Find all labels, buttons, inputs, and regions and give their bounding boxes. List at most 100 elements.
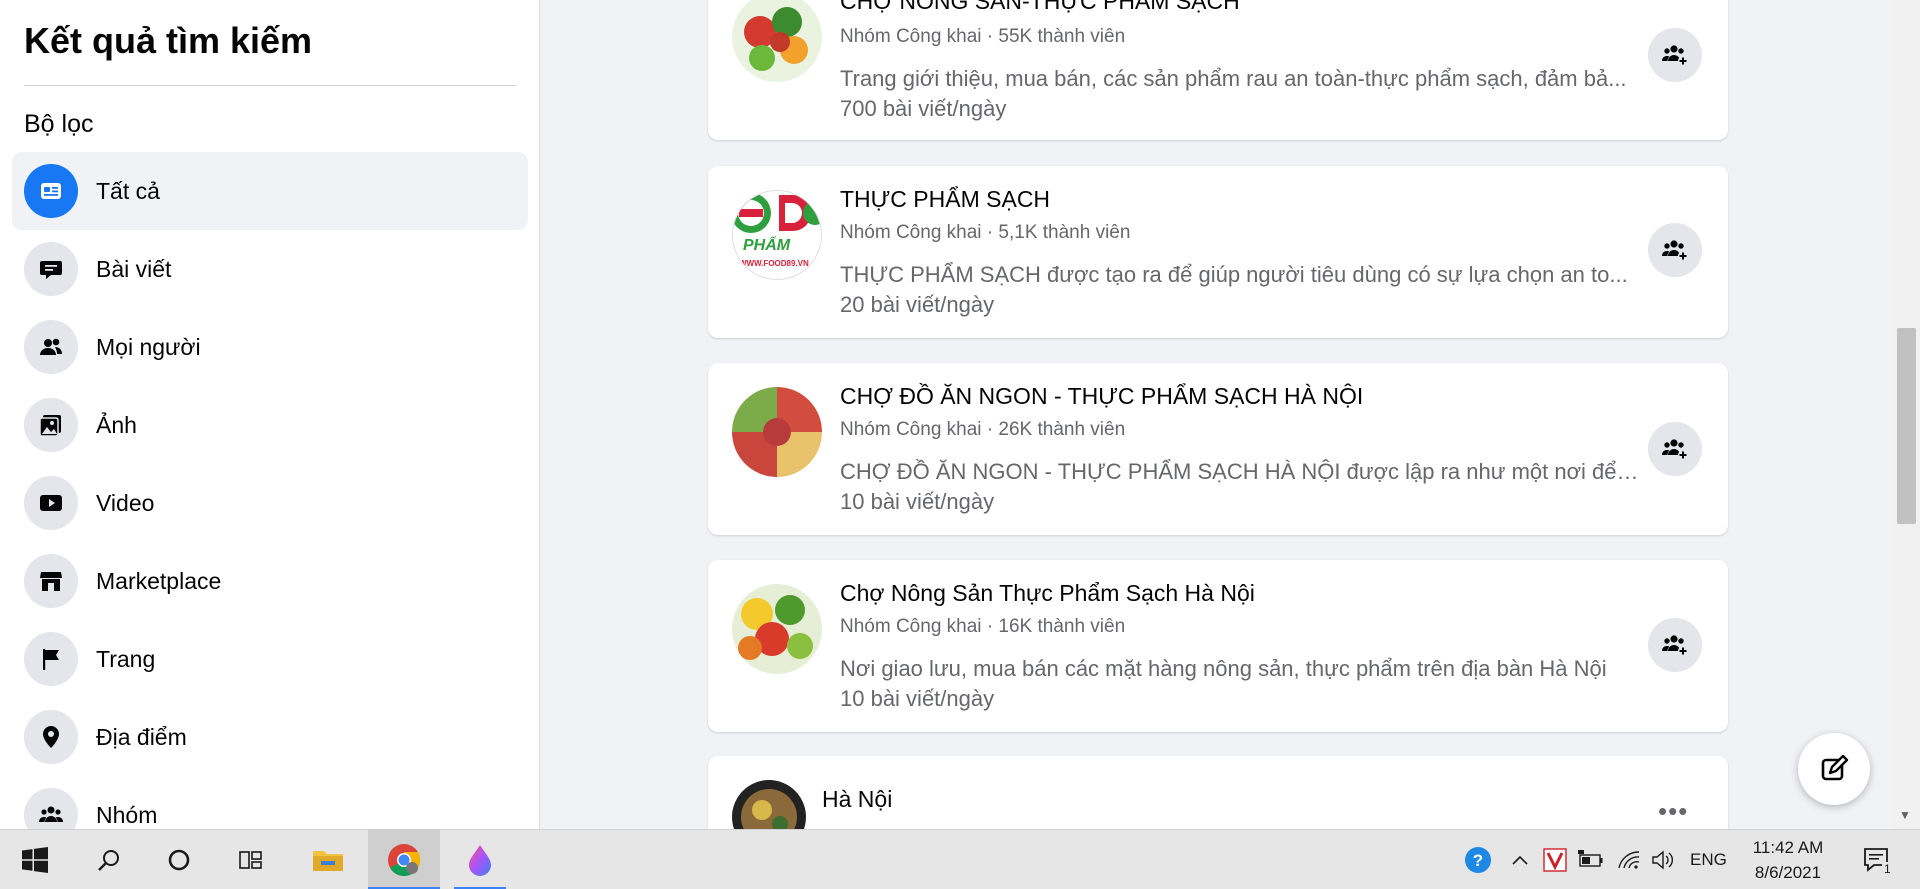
group-meta: Nhóm Công khai · 26K thành viên — [840, 419, 1126, 440]
filter-item-people[interactable]: Mọi người — [12, 308, 528, 386]
post-icon — [24, 242, 78, 296]
droplet-icon — [469, 845, 491, 876]
group-title[interactable]: Chợ Nông Sản Thực Phẩm Sạch Hà Nội — [840, 580, 1255, 607]
filter-label-marketplace: Marketplace — [96, 567, 222, 594]
antivirus-icon — [1543, 848, 1567, 872]
join-group-icon — [1662, 240, 1688, 261]
new-message-button[interactable] — [1798, 733, 1870, 805]
filter-item-marketplace[interactable]: Marketplace — [12, 542, 528, 620]
group-meta: Nhóm Công khai · 5,1K thành viên — [840, 222, 1131, 243]
group-avatar[interactable]: PHẨM WWW.FOOD89.VN — [732, 190, 822, 280]
group-icon — [24, 788, 78, 829]
scrollbar-thumb[interactable] — [1897, 328, 1916, 524]
group-result-card[interactable]: PHẨM WWW.FOOD89.VN THỰC PHẨM SẠCH Nhóm C… — [708, 166, 1728, 338]
flag-icon — [24, 632, 78, 686]
filter-item-posts[interactable]: Bài viết — [12, 230, 528, 308]
group-avatar[interactable] — [732, 387, 822, 477]
filter-item-video[interactable]: Video — [12, 464, 528, 542]
group-meta: Nhóm Công khai · 55K thành viên — [840, 26, 1126, 47]
group-title[interactable]: CHỢ ĐỒ ĂN NGON - THỰC PHẨM SẠCH HÀ NỘI — [840, 383, 1363, 410]
search-icon — [98, 850, 119, 871]
battery-icon — [1578, 850, 1603, 867]
task-view-button[interactable] — [226, 830, 276, 889]
chevron-up-icon — [1512, 855, 1528, 865]
filter-item-photos[interactable]: Ảnh — [12, 386, 528, 464]
filter-label-pages: Trang — [96, 645, 156, 672]
notification-count: 1 — [1882, 862, 1893, 876]
folder-icon — [313, 851, 343, 871]
input-language[interactable]: ENG — [1690, 850, 1727, 870]
divider — [24, 85, 516, 86]
join-group-icon — [1662, 45, 1688, 66]
group-post-rate: 700 bài viết/ngày — [840, 96, 1007, 121]
scroll-down-arrow[interactable]: ▼ — [1899, 808, 1911, 822]
group-description: THỰC PHẨM SẠCH được tạo ra để giúp người… — [840, 262, 1628, 287]
group-post-rate: 20 bài viết/ngày — [840, 292, 995, 317]
group-title[interactable]: THỰC PHẨM SẠCH — [840, 186, 1050, 213]
group-avatar[interactable] — [732, 0, 822, 82]
group-post-rate: 10 bài viết/ngày — [840, 686, 995, 711]
file-explorer-button[interactable] — [302, 830, 354, 889]
wifi-tray-button[interactable] — [1614, 830, 1644, 889]
feed-icon — [24, 164, 78, 218]
speaker-icon — [1652, 850, 1673, 870]
clock-time[interactable]: 11:42 AM — [1748, 838, 1828, 858]
join-group-icon — [1662, 635, 1688, 656]
join-group-button[interactable] — [1648, 618, 1702, 672]
avatar-logo-url: WWW.FOOD89.VN — [739, 259, 809, 268]
group-result-card[interactable]: Chợ Nông Sản Thực Phẩm Sạch Hà Nội Nhóm … — [708, 560, 1728, 732]
search-sidebar: Kết quả tìm kiếm Bộ lọc Tất cả Bài viết … — [0, 0, 540, 829]
volume-tray-button[interactable] — [1648, 830, 1678, 889]
chrome-taskbar-button[interactable] — [368, 830, 440, 889]
action-center-button[interactable]: 1 — [1852, 830, 1902, 889]
group-description: CHỢ ĐỒ ĂN NGON - THỰC PHẨM SẠCH HÀ NỘI đ… — [840, 459, 1640, 484]
filter-heading: Bộ lọc — [24, 110, 94, 138]
join-group-button[interactable] — [1648, 223, 1702, 277]
wifi-icon — [1618, 851, 1640, 869]
filter-item-groups[interactable]: Nhóm — [12, 776, 528, 829]
start-button[interactable] — [10, 830, 60, 889]
filter-label-all: Tất cả — [96, 177, 160, 204]
store-icon — [24, 554, 78, 608]
page-title: Kết quả tìm kiếm — [24, 20, 313, 61]
group-post-rate: 10 bài viết/ngày — [840, 489, 995, 514]
group-description: Nơi giao lưu, mua bán các mặt hàng nông … — [840, 656, 1607, 681]
battery-tray-button[interactable] — [1576, 830, 1606, 889]
filter-menu: Tất cả Bài viết Mọi người Ảnh Video Mark… — [12, 152, 528, 829]
cortana-icon — [168, 849, 190, 871]
filter-label-places: Địa điểm — [96, 723, 187, 750]
filter-label-posts: Bài viết — [96, 255, 172, 282]
group-result-card[interactable]: CHỢ ĐỒ ĂN NGON - THỰC PHẨM SẠCH HÀ NỘI N… — [708, 363, 1728, 535]
group-description: Trang giới thiệu, mua bán, các sản phẩm … — [840, 66, 1627, 91]
group-meta: Nhóm Công khai · 16K thành viên — [840, 616, 1126, 637]
search-button[interactable] — [84, 830, 134, 889]
filter-label-groups: Nhóm — [96, 801, 158, 828]
svg-text:?: ? — [1473, 851, 1483, 870]
cortana-button[interactable] — [154, 830, 204, 889]
task-view-icon — [239, 851, 262, 869]
page-title-link[interactable]: Hà Nội — [822, 786, 892, 813]
join-group-icon — [1662, 439, 1688, 460]
avatar-logo-text: PHẨM — [743, 237, 791, 254]
help-icon: ? — [1465, 847, 1491, 873]
video-icon — [24, 476, 78, 530]
filter-label-video: Video — [96, 489, 155, 516]
windows-taskbar: ? ENG 11:42 AM 8/6/2021 1 — [0, 829, 1920, 889]
antivirus-tray-button[interactable] — [1540, 830, 1570, 889]
join-group-button[interactable] — [1648, 422, 1702, 476]
filter-label-photos: Ảnh — [96, 411, 137, 438]
chrome-icon — [388, 844, 421, 876]
help-tray-button[interactable]: ? — [1458, 830, 1498, 889]
paint-app-button[interactable] — [454, 830, 506, 889]
filter-item-all[interactable]: Tất cả — [12, 152, 528, 230]
people-icon — [24, 320, 78, 374]
join-group-button[interactable] — [1648, 28, 1702, 82]
filter-item-pages[interactable]: Trang — [12, 620, 528, 698]
clock-date[interactable]: 8/6/2021 — [1748, 863, 1828, 883]
group-avatar[interactable] — [732, 584, 822, 674]
more-options-button[interactable]: ••• — [1658, 796, 1688, 827]
filter-item-places[interactable]: Địa điểm — [12, 698, 528, 776]
show-hidden-icons-button[interactable] — [1506, 830, 1534, 889]
group-result-card[interactable]: CHỢ NÔNG SẢN-THỰC PHẨM SẠCH Nhóm Công kh… — [708, 0, 1728, 140]
group-title[interactable]: CHỢ NÔNG SẢN-THỰC PHẨM SẠCH — [840, 0, 1240, 15]
